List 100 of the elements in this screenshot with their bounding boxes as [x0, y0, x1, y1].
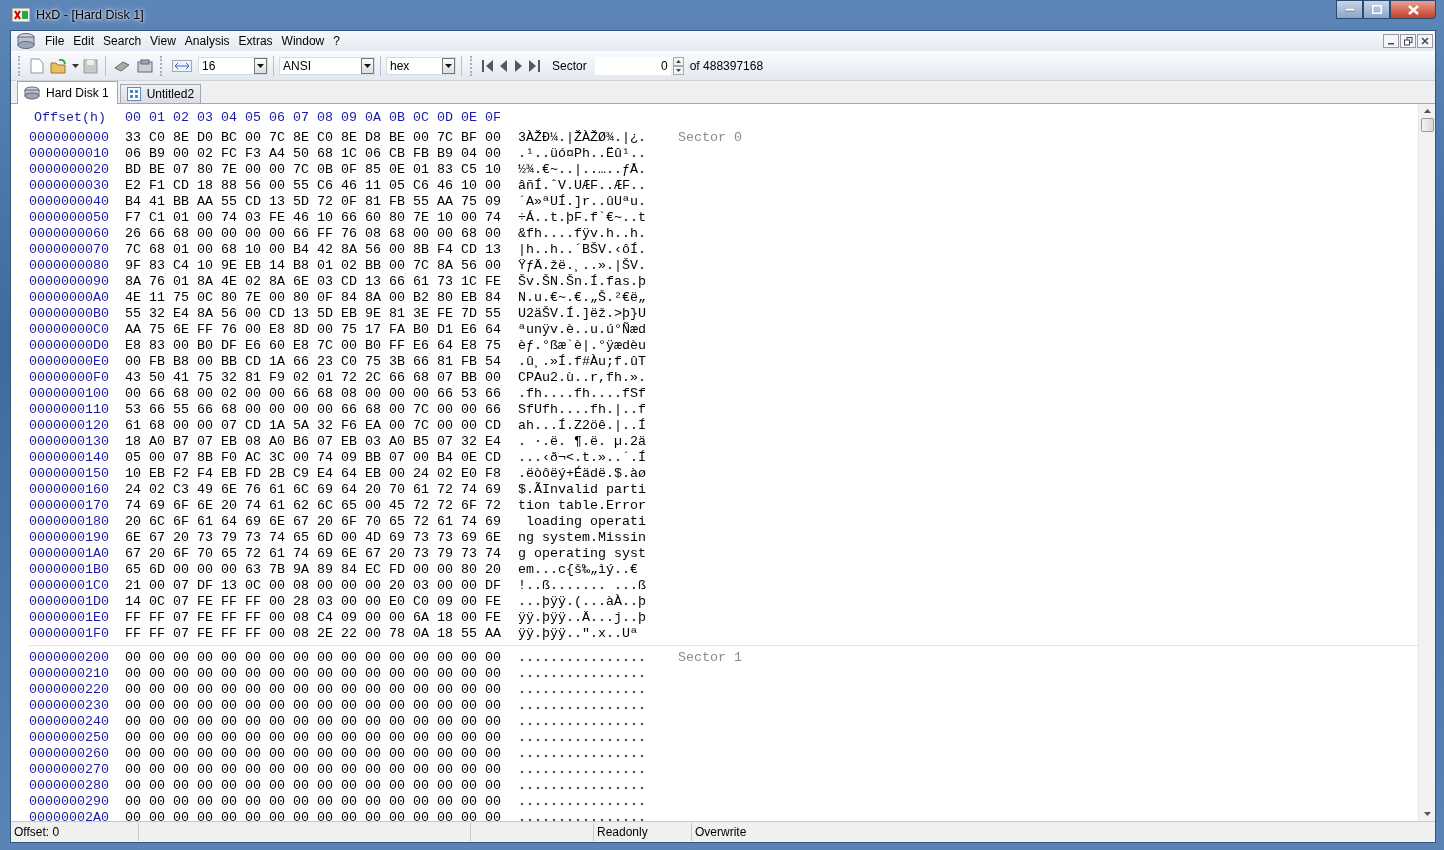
- sector-label: Sector 0: [678, 130, 742, 146]
- caret-icon: [445, 64, 452, 68]
- ascii-text: ½¾.€~..|..…..ƒÅ.: [518, 162, 647, 178]
- caret-icon[interactable]: [72, 64, 79, 68]
- caret-icon: [364, 64, 371, 68]
- ascii-text: em...c{š‰„ìý..€: [518, 562, 639, 578]
- restore-button[interactable]: [1400, 34, 1416, 48]
- ascii-text: .ëòôëý+Éädë.$.àø: [518, 466, 647, 482]
- status-offset: Offset: 0: [11, 823, 139, 841]
- ascii-text: $.ÃInvalid parti: [518, 482, 647, 498]
- hex-bytes: 00 00 00 00 00 00 00 00 00 00 00 00 00 00 00 00: [125, 682, 501, 698]
- hex-bytes: 26 66 68 00 00 00 00 66 FF 76 08 68 00 00 68 00: [125, 226, 501, 242]
- row-offset: 0000000290: [29, 794, 109, 810]
- minimize-icon: [1344, 7, 1355, 12]
- row-offset: 00000001B0: [29, 562, 109, 578]
- minimize-button[interactable]: [1336, 0, 1363, 19]
- row-offset: 0000000170: [29, 498, 109, 514]
- row-offset: 00000000E0: [29, 354, 109, 370]
- scroll-thumb[interactable]: [1420, 118, 1434, 132]
- row-offset: 0000000010: [29, 146, 109, 162]
- first-icon[interactable]: [480, 57, 496, 75]
- hex-bytes: 55 32 E4 8A 56 00 CD 13 5D EB 9E 81 3E FE 7D 55: [125, 306, 501, 322]
- ascii-text: !..ß....... ...ß: [518, 578, 647, 594]
- row-offset: 0000000090: [29, 274, 109, 290]
- hex-bytes: 00 00 00 00 00 00 00 00 00 00 00 00 00 00 00 00: [125, 730, 501, 746]
- next-icon[interactable]: [512, 57, 524, 75]
- ascii-text: ................: [518, 682, 647, 698]
- column-header: 0F: [485, 110, 502, 126]
- hex-bytes: AA 75 6E FF 76 00 E8 8D 00 75 17 FA B0 D1 E6 64: [125, 322, 501, 338]
- close-button[interactable]: [1417, 34, 1433, 48]
- row-offset: 0000000040: [29, 194, 109, 210]
- row-offset: 00000000D0: [29, 338, 109, 354]
- tab[interactable]: Untitled2: [119, 84, 202, 103]
- ascii-text: 3ÀŽÐ¼.|ŽÀŽØ¾.|¿.: [518, 130, 647, 146]
- row-offset: 0000000200: [29, 650, 109, 666]
- vertical-scrollbar[interactable]: [1418, 104, 1435, 821]
- menu-item[interactable]: File: [41, 34, 70, 48]
- hex-bytes: 00 00 00 00 00 00 00 00 00 00 00 00 00 00 00 00: [125, 794, 501, 810]
- column-header: 05: [245, 110, 262, 126]
- column-header: 01: [149, 110, 166, 126]
- menu-item[interactable]: Extras: [234, 34, 278, 48]
- row-offset: 00000000C0: [29, 322, 109, 338]
- sector-label: Sector 1: [678, 650, 742, 666]
- ascii-text: loading operati: [525, 514, 647, 530]
- ascii-text: ................: [518, 714, 647, 730]
- menu-item[interactable]: ?: [329, 34, 345, 48]
- ascii-text: &fh....fÿv.h..h.: [518, 226, 647, 242]
- close-icon: [1407, 4, 1419, 15]
- maximize-button[interactable]: [1363, 0, 1390, 19]
- hex-bytes: 00 00 00 00 00 00 00 00 00 00 00 00 00 00 00 00: [125, 810, 501, 821]
- last-icon[interactable]: [526, 57, 542, 75]
- row-offset: 0000000000: [29, 130, 109, 146]
- hex-bytes: F7 C1 01 00 74 03 FE 46 10 66 60 80 7E 10 00 74: [125, 210, 501, 226]
- ascii-text: èƒ.°ßæ`è|.°ÿædèu: [518, 338, 647, 354]
- row-offset: 0000000160: [29, 482, 109, 498]
- hex-bytes: 06 B9 00 02 FC F3 A4 50 68 1C 06 CB FB B9 04 00: [125, 146, 501, 162]
- row-offset: 00000002A0: [29, 810, 109, 821]
- offset-header: Offset(h): [33, 110, 107, 126]
- ascii-text: âñÍ.ˆV.UÆF..ÆF..: [518, 178, 647, 194]
- column-header: 0E: [461, 110, 478, 126]
- column-header: 03: [197, 110, 214, 126]
- ascii-text: .û¸.»Í.f#Àu;f.ûT: [518, 354, 647, 370]
- hex-bytes: 20 6C 6F 61 64 69 6E 67 20 6F 70 65 72 61 74 69: [125, 514, 501, 530]
- ascii-text: ................: [518, 698, 647, 714]
- sector-field[interactable]: 0: [594, 57, 671, 75]
- menu-item[interactable]: View: [146, 34, 181, 48]
- menu-item[interactable]: Analysis: [180, 34, 235, 48]
- column-header: 0D: [437, 110, 454, 126]
- row-offset: 0000000020: [29, 162, 109, 178]
- ascii-text: g operating syst: [518, 546, 647, 562]
- menu-item[interactable]: Edit: [69, 34, 100, 48]
- dropdown[interactable]: ANSI: [279, 57, 375, 75]
- row-offset: 0000000100: [29, 386, 109, 402]
- hex-bytes: 33 C0 8E D0 BC 00 7C 8E C0 8E D8 BE 00 7C BF 00: [125, 130, 501, 146]
- ascii-text: ................: [518, 762, 647, 778]
- hex-bytes: 00 00 00 00 00 00 00 00 00 00 00 00 00 00 00 00: [125, 650, 501, 666]
- ascii-text: ................: [518, 650, 647, 666]
- tab[interactable]: Hard Disk 1: [17, 81, 118, 104]
- hex-bytes: 43 50 41 75 32 81 F9 02 01 72 2C 66 68 07 BB 00: [125, 370, 501, 386]
- close-button[interactable]: [1390, 0, 1436, 19]
- row-offset: 0000000270: [29, 762, 109, 778]
- dropdown[interactable]: hex: [386, 57, 456, 75]
- dropdown[interactable]: 16: [198, 57, 268, 75]
- column-header: 06: [269, 110, 286, 126]
- ascii-text: tion table.Error: [518, 498, 647, 514]
- hex-bytes: B4 41 BB AA 55 CD 13 5D 72 0F 81 FB 55 AA 75 09: [125, 194, 501, 210]
- column-header: 08: [317, 110, 334, 126]
- hex-bytes: 00 00 00 00 00 00 00 00 00 00 00 00 00 00 00 00: [125, 698, 501, 714]
- spinner-icon[interactable]: [672, 57, 684, 75]
- previous-icon[interactable]: [498, 57, 510, 75]
- menu-item[interactable]: Window: [277, 34, 330, 48]
- ascii-text: Šv.ŠN.Šn.Í.fas.þ: [518, 274, 647, 290]
- hex-bytes: 00 00 00 00 00 00 00 00 00 00 00 00 00 00 00 00: [125, 714, 501, 730]
- ascii-text: ...þÿÿ.(...àÀ..þ: [518, 594, 647, 610]
- row-offset: 00000001C0: [29, 578, 109, 594]
- row-offset: 0000000140: [29, 450, 109, 466]
- menu-item[interactable]: Search: [99, 34, 147, 48]
- minimize-button[interactable]: [1383, 34, 1399, 48]
- ascii-text: SfUfh....fh.|..f: [518, 402, 647, 418]
- row-offset: 0000000250: [29, 730, 109, 746]
